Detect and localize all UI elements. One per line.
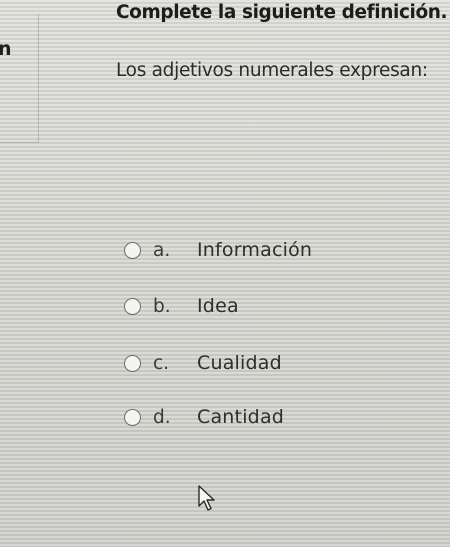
mouse-pointer-icon: [198, 485, 215, 511]
option-b-text[interactable]: Idea: [197, 295, 239, 317]
option-d-letter: d.: [153, 406, 171, 428]
radio-button-c[interactable]: [124, 354, 141, 372]
option-b-letter: b.: [153, 295, 171, 317]
option-d-text[interactable]: Cantidad: [197, 406, 284, 428]
radio-button-b[interactable]: [124, 297, 141, 315]
left-panel-label: n: [0, 38, 12, 60]
option-b[interactable]: b. Idea: [124, 293, 239, 319]
option-a[interactable]: a. Información: [124, 237, 312, 263]
option-a-letter: a.: [153, 239, 171, 261]
option-c-letter: c.: [153, 352, 170, 374]
radio-button-d[interactable]: [124, 408, 141, 426]
left-panel: n: [0, 14, 39, 143]
option-c[interactable]: c. Cualidad: [124, 350, 282, 376]
radio-button-a[interactable]: [124, 241, 141, 259]
option-c-text[interactable]: Cualidad: [197, 352, 282, 374]
question-title: Complete la siguiente definición.: [116, 2, 448, 23]
option-a-text[interactable]: Información: [197, 239, 312, 261]
question-prompt: Los adjetivos numerales expresan:: [116, 60, 428, 81]
option-d[interactable]: d. Cantidad: [124, 404, 284, 430]
